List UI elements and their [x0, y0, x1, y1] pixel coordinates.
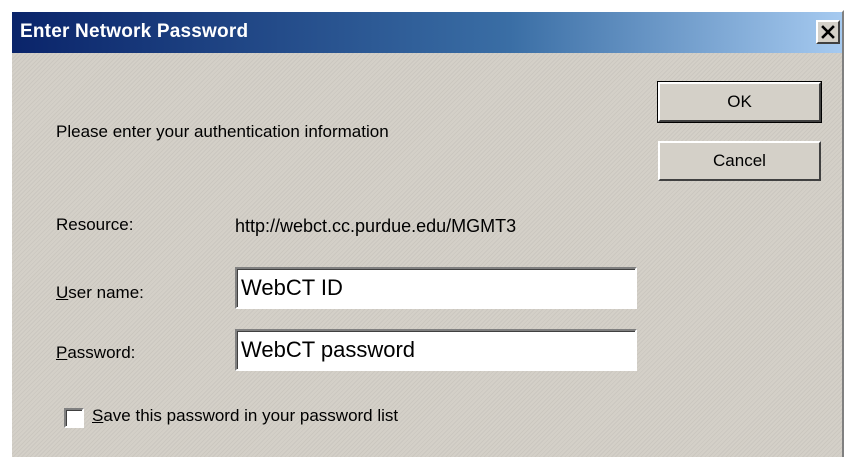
resource-label: Resource:	[56, 215, 134, 234]
close-button[interactable]	[816, 20, 840, 44]
ok-button[interactable]: OK	[657, 81, 822, 123]
title-bar[interactable]: Enter Network Password	[12, 12, 842, 53]
network-password-dialog: Enter Network Password OK Cancel Please …	[10, 10, 844, 457]
prompt-text: Please enter your authentication informa…	[56, 122, 389, 141]
username-input[interactable]: WebCT ID	[235, 267, 637, 309]
window-title: Enter Network Password	[20, 21, 249, 42]
username-label: User name:	[56, 283, 144, 302]
save-password-checkbox[interactable]	[64, 408, 84, 428]
save-password-label[interactable]: Save this password in your password list	[92, 406, 398, 426]
password-input[interactable]: WebCT password	[235, 329, 637, 371]
resource-value: http://webct.cc.purdue.edu/MGMT3	[235, 216, 517, 236]
close-icon	[821, 25, 835, 39]
cancel-button[interactable]: Cancel	[658, 141, 821, 181]
password-label: Password:	[56, 343, 136, 362]
